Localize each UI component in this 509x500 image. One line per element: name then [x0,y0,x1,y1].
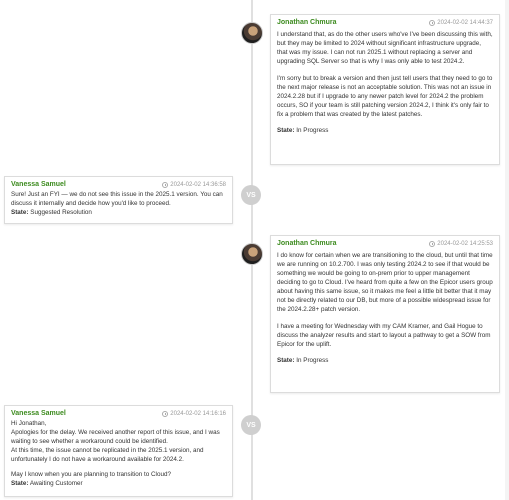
clock-icon [162,410,169,417]
message-author[interactable]: Jonathan Chmura [277,19,337,26]
message-paragraph: I have a meeting for Wednesday with my C… [277,323,491,348]
message-card: Vanessa Samuel 2024-02-02 14:16:16 Hi Jo… [4,405,233,497]
message-paragraph: I do know for certain when we are transi… [277,252,493,313]
avatar [241,243,263,265]
vs-badge: VS [241,415,261,435]
message-paragraph: I'm sorry but to break a version and the… [277,75,493,118]
message-state: State: Suggested Resolution [11,209,92,216]
message-body: I understand that, as do the other users… [277,30,493,119]
message-state: State: In Progress [277,127,329,134]
message-card: Jonathan Chmura 2024-02-02 14:44:37 I un… [270,14,500,165]
message-body: I do know for certain when we are transi… [277,251,493,349]
message-author[interactable]: Vanessa Samuel [11,181,66,188]
clock-icon [429,240,436,247]
message-timestamp: 2024-02-02 14:44:37 [429,19,493,26]
message-paragraph: Hi Jonathan, Apologies for the delay. We… [11,420,220,463]
clock-icon [429,19,436,26]
scrollbar[interactable] [505,0,509,500]
message-card: Jonathan Chmura 2024-02-02 14:25:53 I do… [270,235,500,393]
message-state: State: Awaiting Customer [11,480,83,487]
message-body: Hi Jonathan, Apologies for the delay. We… [11,419,226,479]
message-paragraph: I understand that, as do the other users… [277,31,493,65]
message-timestamp: 2024-02-02 14:36:58 [162,181,226,188]
message-timestamp: 2024-02-02 14:16:16 [162,410,226,417]
message-paragraph: May I know when you are planning to tran… [11,471,171,478]
message-timestamp: 2024-02-02 14:25:53 [429,240,493,247]
message-author[interactable]: Jonathan Chmura [277,240,337,247]
message-paragraph: Sure! Just an FYI — we do not see this i… [11,191,223,207]
message-author[interactable]: Vanessa Samuel [11,410,66,417]
message-state: State: In Progress [277,357,329,364]
message-card: Vanessa Samuel 2024-02-02 14:36:58 Sure!… [4,176,233,224]
vs-badge: VS [241,185,261,205]
clock-icon [162,181,169,188]
avatar [241,22,263,44]
message-body: Sure! Just an FYI — we do not see this i… [11,190,226,208]
